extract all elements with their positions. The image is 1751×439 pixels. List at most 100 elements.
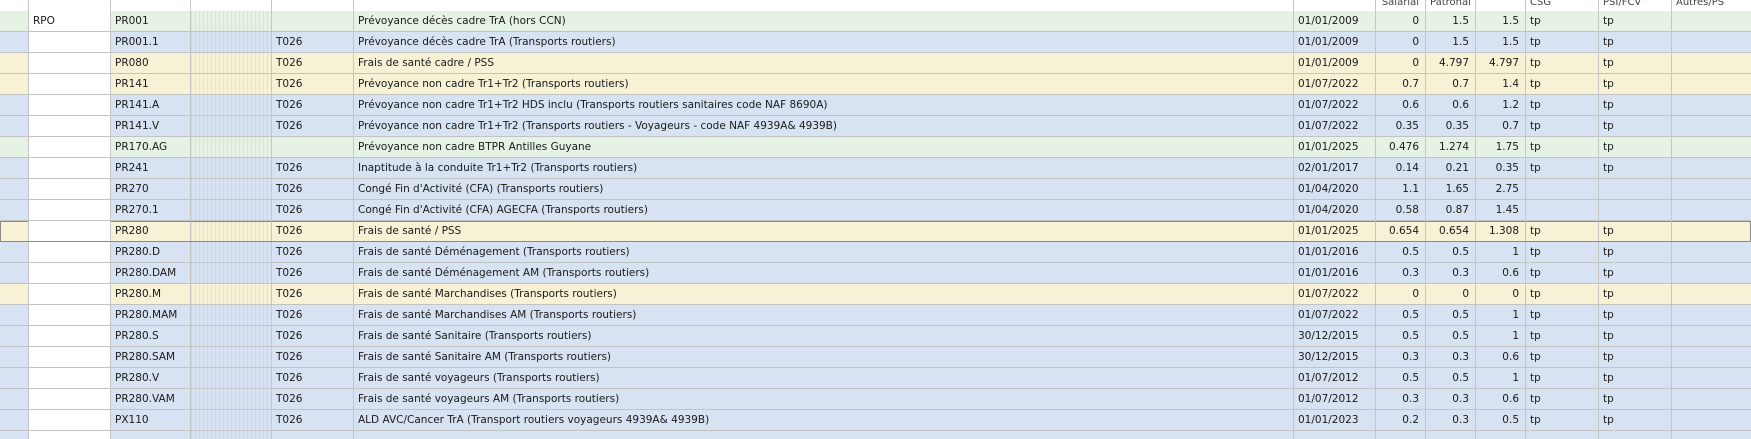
label-cell[interactable]: Prévoyance décès cadre TrA (hors CCN) (354, 11, 1294, 31)
blank-cell[interactable] (191, 11, 272, 31)
row-gutter-cell[interactable] (0, 32, 29, 52)
autres-cell[interactable] (1672, 221, 1751, 241)
date-cell[interactable]: 01/01/2025 (1294, 137, 1376, 157)
group-cell[interactable] (29, 410, 111, 430)
ref-cell[interactable]: T026 (272, 242, 354, 262)
total-cell[interactable]: 1.2 (1476, 95, 1526, 115)
psifcv-cell[interactable]: tp (1599, 11, 1672, 31)
salarial-cell[interactable]: 0.5 (1376, 305, 1426, 325)
label-cell[interactable]: Congé Fin d'Activité (CFA) AGECFA (Trans… (354, 200, 1294, 220)
autres-cell[interactable] (1672, 95, 1751, 115)
csg-cell[interactable]: tp (1526, 284, 1599, 304)
date-cell[interactable]: 01/01/2009 (1294, 53, 1376, 73)
csg-cell[interactable]: tp (1526, 263, 1599, 283)
total-cell[interactable]: 1.5 (1476, 11, 1526, 31)
salarial-cell[interactable]: 0.654 (1376, 221, 1426, 241)
ref-cell[interactable]: T026 (272, 74, 354, 94)
autres-cell[interactable] (1672, 11, 1751, 31)
label-cell[interactable]: Frais de santé Déménagement AM (Transpor… (354, 263, 1294, 283)
csg-cell[interactable] (1526, 179, 1599, 199)
blank-cell[interactable] (191, 410, 272, 430)
autres-cell[interactable] (1672, 137, 1751, 157)
blank-cell[interactable] (191, 284, 272, 304)
ref-cell[interactable]: T026 (272, 305, 354, 325)
label-cell[interactable]: Frais de santé cadre / PSS (354, 53, 1294, 73)
table-row[interactable] (0, 431, 1751, 439)
psifcv-cell[interactable]: tp (1599, 74, 1672, 94)
date-cell[interactable]: 02/01/2017 (1294, 158, 1376, 178)
label-cell[interactable]: Frais de santé Sanitaire (Transports rou… (354, 326, 1294, 346)
autres-cell[interactable] (1672, 410, 1751, 430)
csg-cell[interactable]: tp (1526, 116, 1599, 136)
patronal-cell[interactable] (1426, 431, 1476, 439)
label-cell[interactable]: Inaptitude à la conduite Tr1+Tr2 (Transp… (354, 158, 1294, 178)
label-cell[interactable]: Congé Fin d'Activité (CFA) (Transports r… (354, 179, 1294, 199)
total-cell[interactable]: 1.5 (1476, 32, 1526, 52)
total-cell[interactable]: 0.35 (1476, 158, 1526, 178)
csg-cell[interactable] (1526, 431, 1599, 439)
psifcv-cell[interactable]: tp (1599, 389, 1672, 409)
code-cell[interactable]: PR141 (111, 74, 191, 94)
ref-cell[interactable]: T026 (272, 347, 354, 367)
row-gutter-cell[interactable] (0, 389, 29, 409)
code-cell[interactable]: PR280.DAM (111, 263, 191, 283)
table-row[interactable]: PR280.M T026 Frais de santé Marchandises (… (0, 284, 1751, 305)
csg-cell[interactable]: tp (1526, 410, 1599, 430)
group-cell[interactable] (29, 389, 111, 409)
table-row[interactable]: PR080 T026 Frais de santé cadre / PSS 01/01… (0, 53, 1751, 74)
psifcv-cell[interactable]: tp (1599, 221, 1672, 241)
autres-cell[interactable] (1672, 305, 1751, 325)
csg-cell[interactable]: tp (1526, 389, 1599, 409)
table-row[interactable]: PR270.1 T026 Congé Fin d'Activité (CFA) AG… (0, 200, 1751, 221)
header-psifcv[interactable]: PSI/FCV (1599, 0, 1672, 11)
patronal-cell[interactable]: 0.6 (1426, 95, 1476, 115)
label-cell[interactable]: Frais de santé voyageurs (Transports rou… (354, 368, 1294, 388)
salarial-cell[interactable]: 0 (1376, 284, 1426, 304)
total-cell[interactable]: 1.45 (1476, 200, 1526, 220)
date-cell[interactable]: 01/07/2022 (1294, 95, 1376, 115)
salarial-cell[interactable]: 0 (1376, 11, 1426, 31)
psifcv-cell[interactable]: tp (1599, 116, 1672, 136)
patronal-cell[interactable]: 4.797 (1426, 53, 1476, 73)
code-cell[interactable]: PR280 (111, 221, 191, 241)
csg-cell[interactable]: tp (1526, 368, 1599, 388)
group-cell[interactable] (29, 221, 111, 241)
autres-cell[interactable] (1672, 326, 1751, 346)
blank-cell[interactable] (191, 305, 272, 325)
ref-cell[interactable]: T026 (272, 200, 354, 220)
table-row[interactable]: PR280.D T026 Frais de santé Déménagement (… (0, 242, 1751, 263)
group-cell[interactable] (29, 200, 111, 220)
row-gutter-cell[interactable] (0, 284, 29, 304)
salarial-cell[interactable]: 0.3 (1376, 347, 1426, 367)
ref-cell[interactable]: T026 (272, 410, 354, 430)
patronal-cell[interactable]: 1.65 (1426, 179, 1476, 199)
row-gutter-cell[interactable] (0, 263, 29, 283)
group-cell[interactable]: RPO (29, 11, 111, 31)
code-cell[interactable]: PX110 (111, 410, 191, 430)
row-gutter-cell[interactable] (0, 11, 29, 31)
autres-cell[interactable] (1672, 158, 1751, 178)
code-cell[interactable]: PR270.1 (111, 200, 191, 220)
patronal-cell[interactable]: 0.5 (1426, 368, 1476, 388)
total-cell[interactable]: 1.308 (1476, 221, 1526, 241)
salarial-cell[interactable]: 0 (1376, 32, 1426, 52)
autres-cell[interactable] (1672, 74, 1751, 94)
row-gutter-cell[interactable] (0, 179, 29, 199)
psifcv-cell[interactable]: tp (1599, 410, 1672, 430)
psifcv-cell[interactable]: tp (1599, 32, 1672, 52)
psifcv-cell[interactable]: tp (1599, 305, 1672, 325)
csg-cell[interactable]: tp (1526, 137, 1599, 157)
group-cell[interactable] (29, 326, 111, 346)
salarial-cell[interactable]: 0.5 (1376, 368, 1426, 388)
table-row[interactable]: PR280.MAM T026 Frais de santé Marchandises… (0, 305, 1751, 326)
row-gutter-cell[interactable] (0, 305, 29, 325)
autres-cell[interactable] (1672, 242, 1751, 262)
date-cell[interactable]: 01/07/2022 (1294, 305, 1376, 325)
blank-cell[interactable] (191, 32, 272, 52)
table-row[interactable]: PR280.VAM T026 Frais de santé voyageurs AM… (0, 389, 1751, 410)
blank-cell[interactable] (191, 158, 272, 178)
date-cell[interactable]: 30/12/2015 (1294, 326, 1376, 346)
table-row[interactable]: PR001.1 T026 Prévoyance décès cadre TrA (T… (0, 32, 1751, 53)
group-cell[interactable] (29, 284, 111, 304)
row-gutter-cell[interactable] (0, 137, 29, 157)
